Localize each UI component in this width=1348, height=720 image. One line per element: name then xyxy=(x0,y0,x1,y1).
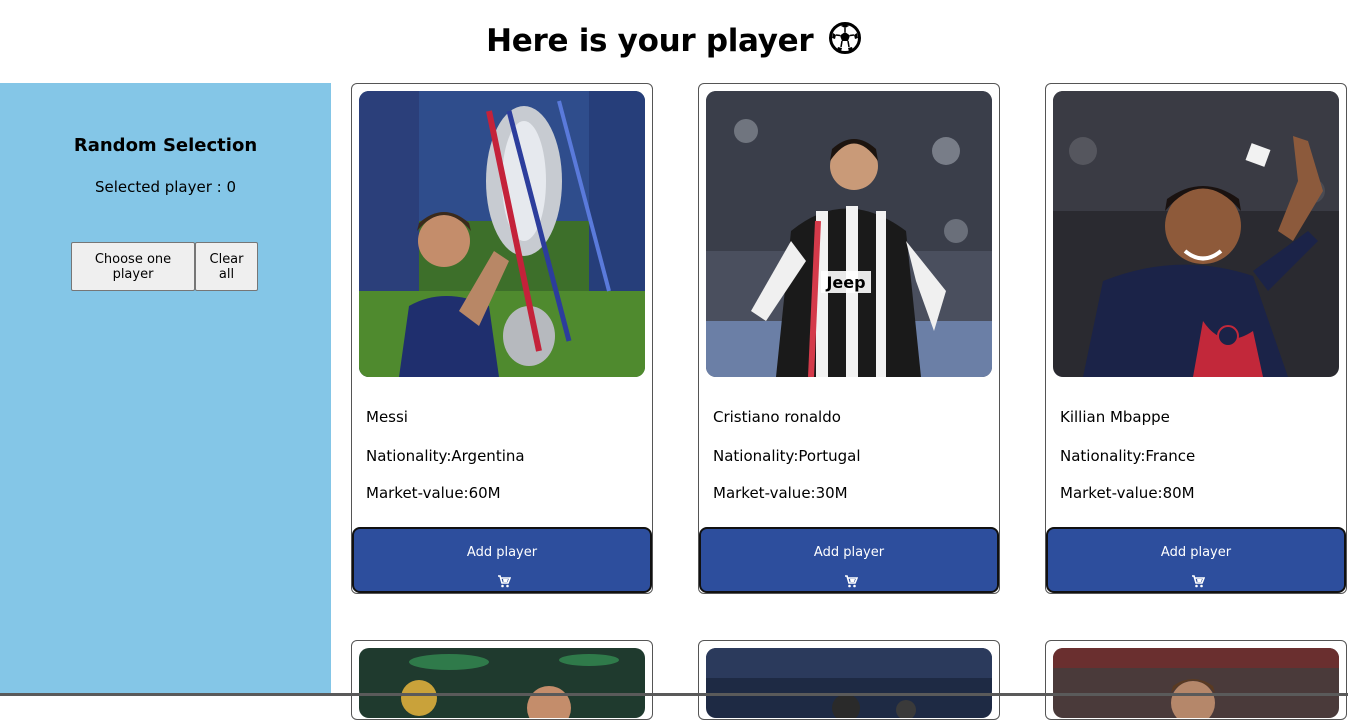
player-name: Cristiano ronaldo xyxy=(713,408,841,426)
player-market-value: Market-value:80M xyxy=(1060,484,1195,502)
cart-icon xyxy=(845,575,858,588)
player-name: Killian Mbappe xyxy=(1060,408,1170,426)
add-player-label: Add player xyxy=(1160,545,1232,560)
player-nationality: Nationality:Portugal xyxy=(713,447,861,465)
sidebar-title: Random Selection xyxy=(73,135,258,156)
player-photo xyxy=(359,91,645,377)
add-player-label: Add player xyxy=(813,545,885,560)
add-player-button[interactable]: Add player xyxy=(699,527,999,593)
player-card: Messi Nationality:Argentina Market-value… xyxy=(351,83,653,594)
selected-player-count: Selected player : 0 xyxy=(94,178,237,196)
soccer-ball-icon xyxy=(828,21,862,55)
add-player-label: Add player xyxy=(466,545,538,560)
player-card: Jeep Cristiano ronaldo Nationality:Portu… xyxy=(698,83,1000,594)
page-title: Here is your player xyxy=(0,20,1348,62)
player-card xyxy=(351,640,653,720)
sidebar: Random Selection Selected player : 0 Cho… xyxy=(0,83,331,696)
svg-text:Jeep: Jeep xyxy=(825,273,865,292)
player-market-value: Market-value:30M xyxy=(713,484,848,502)
player-nationality: Nationality:Argentina xyxy=(366,447,525,465)
cart-icon xyxy=(1192,575,1205,588)
player-market-value: Market-value:60M xyxy=(366,484,501,502)
player-photo xyxy=(359,648,645,718)
player-card xyxy=(1045,640,1347,720)
clear-all-button[interactable]: Clear all xyxy=(195,242,258,291)
add-player-button[interactable]: Add player xyxy=(1046,527,1346,593)
player-photo xyxy=(1053,648,1339,718)
player-card: Killian Mbappe Nationality:France Market… xyxy=(1045,83,1347,594)
player-name: Messi xyxy=(366,408,408,426)
sidebar-button-row: Choose one player Clear all xyxy=(71,242,258,291)
player-photo xyxy=(1053,91,1339,377)
player-photo xyxy=(706,648,992,718)
cart-icon xyxy=(498,575,511,588)
add-player-button[interactable]: Add player xyxy=(352,527,652,593)
player-card xyxy=(698,640,1000,720)
player-nationality: Nationality:France xyxy=(1060,447,1196,465)
player-photo: Jeep xyxy=(706,91,992,377)
choose-one-player-button[interactable]: Choose one player xyxy=(71,242,195,291)
page-title-text: Here is your player xyxy=(486,23,814,59)
